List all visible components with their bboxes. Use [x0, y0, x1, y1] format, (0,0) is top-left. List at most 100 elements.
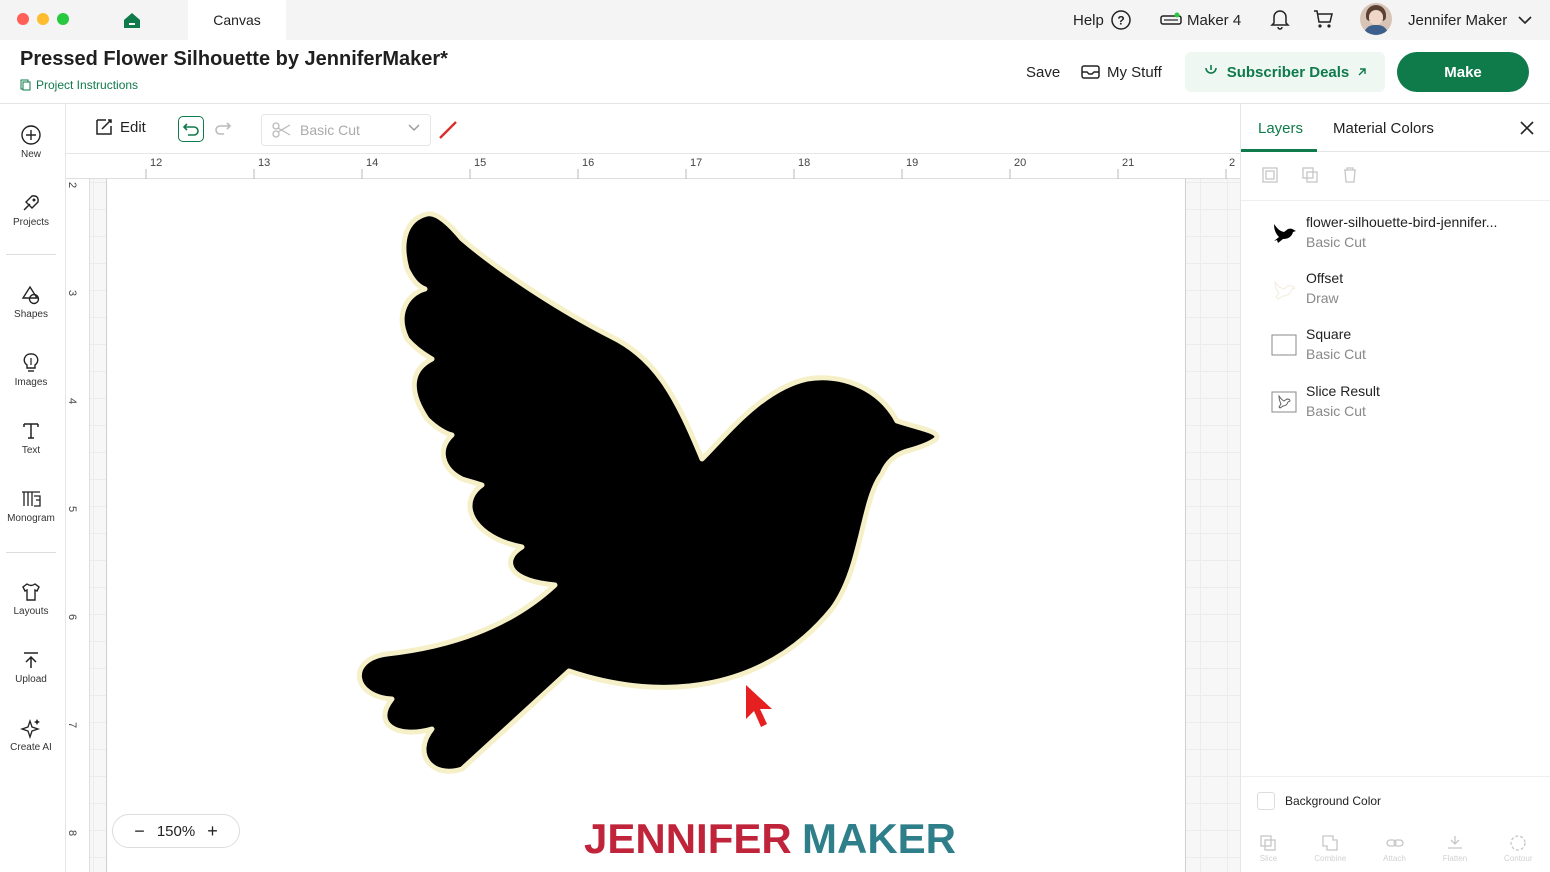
my-stuff-label: My Stuff — [1107, 63, 1162, 81]
sidebar-item-projects[interactable]: Projects — [0, 192, 62, 228]
layer-name: Square — [1306, 326, 1352, 342]
sidebar-item-upload[interactable]: Upload — [0, 649, 62, 685]
bell-icon[interactable] — [1270, 8, 1290, 30]
layer-operation: Draw — [1306, 290, 1339, 306]
flatten-button[interactable]: Flatten — [1443, 834, 1467, 863]
zoom-out-button[interactable]: − — [134, 821, 145, 842]
help-button[interactable]: Help ? — [1073, 0, 1132, 40]
layer-item[interactable]: Square Basic Cut — [1271, 326, 1541, 370]
redo-icon[interactable] — [214, 120, 232, 136]
layer-item[interactable]: Offset Draw — [1271, 270, 1541, 314]
sidebar-item-text[interactable]: Text — [0, 420, 62, 456]
edit-label: Edit — [120, 118, 146, 136]
svg-text:?: ? — [1117, 14, 1124, 28]
home-icon[interactable] — [122, 10, 142, 30]
layer-item[interactable]: flower-silhouette-bird-jennifer... Basic… — [1271, 214, 1541, 258]
upload-icon — [24, 652, 38, 668]
layer-actions-bar: Slice Combine Attach Flatten Contour — [1241, 824, 1550, 872]
chevron-down-icon — [1518, 16, 1532, 25]
mouse-cursor-icon — [746, 685, 772, 727]
project-instructions-link[interactable]: Project Instructions — [20, 78, 138, 92]
document-icon — [20, 79, 31, 91]
make-button[interactable]: Make — [1397, 52, 1529, 92]
active-tab-indicator — [1241, 149, 1317, 152]
sidebar-item-shapes[interactable]: Shapes — [0, 284, 62, 320]
close-window-button[interactable] — [17, 13, 29, 25]
operation-select[interactable]: Basic Cut — [261, 114, 431, 146]
inbox-icon — [1081, 65, 1100, 79]
sidebar-item-create-ai[interactable]: Create AI — [0, 717, 62, 753]
trash-icon[interactable] — [1341, 166, 1359, 184]
bird-silhouette[interactable] — [107, 179, 1187, 872]
project-title: Pressed Flower Silhouette by JenniferMak… — [20, 48, 448, 70]
sidebar-item-layouts[interactable]: Layouts — [0, 581, 62, 617]
layer-name: Slice Result — [1306, 383, 1380, 399]
sidebar-divider — [6, 552, 56, 553]
sparkle-icon — [20, 718, 41, 739]
ruler-label: 7 — [66, 721, 79, 729]
tab-canvas[interactable]: Canvas — [188, 0, 286, 40]
attach-label: Attach — [1383, 853, 1406, 863]
design-canvas[interactable]: 12 13 14 15 16 17 18 19 20 21 2 2 3 4 5 … — [66, 155, 1240, 872]
watermark-part2: MAKER — [802, 815, 956, 861]
my-stuff-button[interactable]: My Stuff — [1081, 52, 1162, 92]
slice-button[interactable]: Slice — [1259, 834, 1277, 863]
contour-label: Contour — [1504, 853, 1533, 863]
project-header: Pressed Flower Silhouette by JenniferMak… — [0, 40, 1550, 104]
contour-button[interactable]: Contour — [1504, 834, 1533, 863]
jennifermaker-watermark: JENNIFER MAKER — [584, 815, 956, 861]
sidebar-item-label: Text — [21, 445, 41, 456]
layer-item[interactable]: Slice Result Basic Cut — [1271, 383, 1541, 427]
sidebar-item-images[interactable]: Images — [0, 352, 62, 388]
layers-panel: Layers Material Colors flower-silhouette… — [1240, 104, 1550, 872]
undo-icon — [182, 123, 199, 136]
question-icon: ? — [1111, 10, 1131, 30]
ruler-label: 5 — [66, 505, 79, 513]
avatar[interactable] — [1360, 3, 1392, 35]
slice-icon — [1260, 834, 1277, 851]
background-color-checkbox[interactable] — [1257, 792, 1275, 810]
subscriber-deals-label: Subscriber Deals — [1226, 63, 1350, 81]
combine-icon — [1322, 834, 1338, 851]
zoom-value: 150% — [156, 822, 196, 840]
sidebar-item-label: Create AI — [10, 742, 52, 753]
no-color-swatch-icon[interactable] — [438, 120, 458, 140]
left-sidebar: New Projects Shapes Images Text Monogram… — [0, 104, 66, 872]
tab-material-colors[interactable]: Material Colors — [1333, 120, 1434, 137]
chevron-down-icon — [408, 124, 420, 131]
background-color-label: Background Color — [1285, 794, 1382, 808]
attach-button[interactable]: Attach — [1383, 834, 1406, 863]
edit-button[interactable]: Edit — [94, 117, 146, 137]
sidebar-item-label: Shapes — [14, 309, 48, 320]
save-button[interactable]: Save — [1026, 52, 1060, 92]
close-icon[interactable] — [1519, 120, 1535, 136]
sidebar-item-label: Layouts — [13, 606, 49, 617]
layer-operation: Basic Cut — [1306, 403, 1366, 419]
user-menu[interactable]: Jennifer Maker — [1408, 0, 1533, 40]
duplicate-icon[interactable] — [1301, 166, 1319, 184]
group-icon[interactable] — [1261, 166, 1279, 184]
cart-icon[interactable] — [1312, 8, 1334, 30]
layer-name: flower-silhouette-bird-jennifer... — [1306, 214, 1498, 230]
scissors-icon — [272, 122, 291, 138]
combine-button[interactable]: Combine — [1314, 834, 1346, 863]
offset-layer-thumbnail — [1274, 280, 1297, 300]
background-color-row: Background Color — [1241, 776, 1550, 824]
sidebar-item-label: New — [20, 149, 41, 160]
sidebar-item-new[interactable]: New — [0, 124, 62, 160]
ruler-label: 2 — [66, 181, 79, 189]
maximize-window-button[interactable] — [57, 13, 69, 25]
ruler-label: 3 — [66, 289, 79, 297]
minimize-window-button[interactable] — [37, 13, 49, 25]
machine-selector[interactable]: Maker 4 — [1160, 0, 1241, 40]
layer-operation: Basic Cut — [1306, 234, 1366, 250]
tab-layers[interactable]: Layers — [1258, 120, 1303, 137]
zoom-in-button[interactable]: + — [207, 821, 218, 842]
sidebar-item-monogram[interactable]: Monogram — [0, 488, 62, 524]
tshirt-icon — [22, 583, 40, 601]
undo-button[interactable] — [178, 116, 204, 142]
attach-icon — [1385, 838, 1404, 847]
ruler-ticks — [145, 169, 1227, 179]
operation-value: Basic Cut — [300, 122, 360, 138]
subscriber-deals-button[interactable]: Subscriber Deals — [1185, 52, 1385, 92]
